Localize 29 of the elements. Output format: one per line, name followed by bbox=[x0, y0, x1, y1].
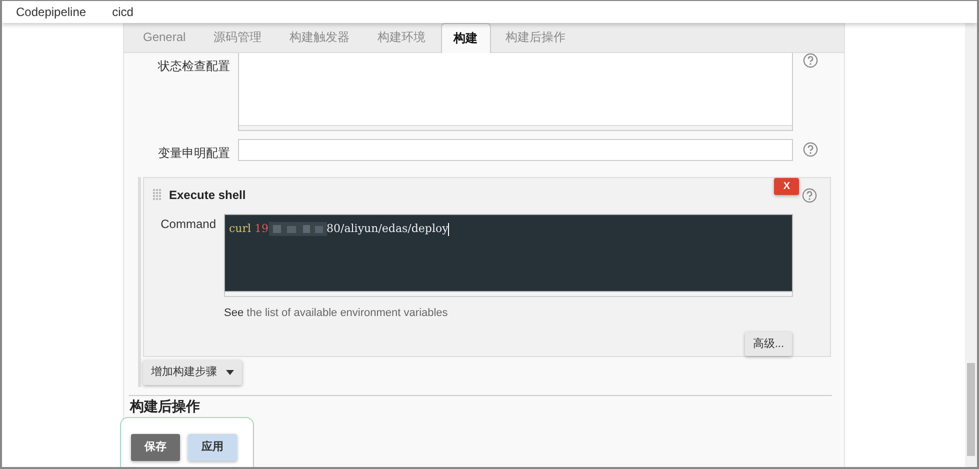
field-label: 状态检查配置 bbox=[157, 58, 231, 75]
env-vars-link[interactable]: the list of available environment variables bbox=[246, 307, 448, 319]
tab[interactable]: General bbox=[130, 22, 199, 52]
caret-icon bbox=[226, 370, 234, 375]
tab[interactable]: 构建环境 bbox=[364, 22, 439, 52]
help-icon[interactable] bbox=[802, 188, 817, 203]
nav-link[interactable]: Codepipeline bbox=[16, 3, 86, 21]
apply-button[interactable]: 应用 bbox=[188, 434, 237, 461]
step-title: Execute shell bbox=[169, 187, 246, 204]
add-step-button[interactable]: 增加构建步骤 bbox=[143, 360, 242, 384]
field-label: Command bbox=[160, 216, 217, 233]
delete-button[interactable]: X bbox=[774, 178, 799, 195]
tab[interactable]: 构建后操作 bbox=[492, 22, 579, 52]
hint-text: See the list of available environment variables bbox=[224, 306, 449, 321]
code-editor[interactable]: curl 19 80/aliyun/edas/deploy bbox=[224, 214, 793, 292]
tab[interactable]: 构建触发器 bbox=[276, 22, 363, 52]
help-icon[interactable] bbox=[803, 53, 818, 68]
tab[interactable]: 构建 bbox=[440, 23, 491, 53]
field-label: 变量申明配置 bbox=[157, 145, 231, 162]
input-field[interactable] bbox=[238, 139, 793, 161]
drag-handle-icon[interactable] bbox=[153, 189, 161, 201]
scrollbar[interactable] bbox=[965, 23, 977, 467]
help-icon[interactable] bbox=[803, 142, 818, 157]
nav-link[interactable]: cicd bbox=[112, 3, 134, 21]
tab[interactable]: 源码管理 bbox=[200, 22, 275, 52]
save-button[interactable]: 保存 bbox=[131, 434, 180, 461]
section-heading: 构建后操作 bbox=[130, 398, 201, 414]
text-area[interactable] bbox=[238, 53, 793, 131]
advanced-button[interactable]: 高级... bbox=[744, 332, 792, 356]
